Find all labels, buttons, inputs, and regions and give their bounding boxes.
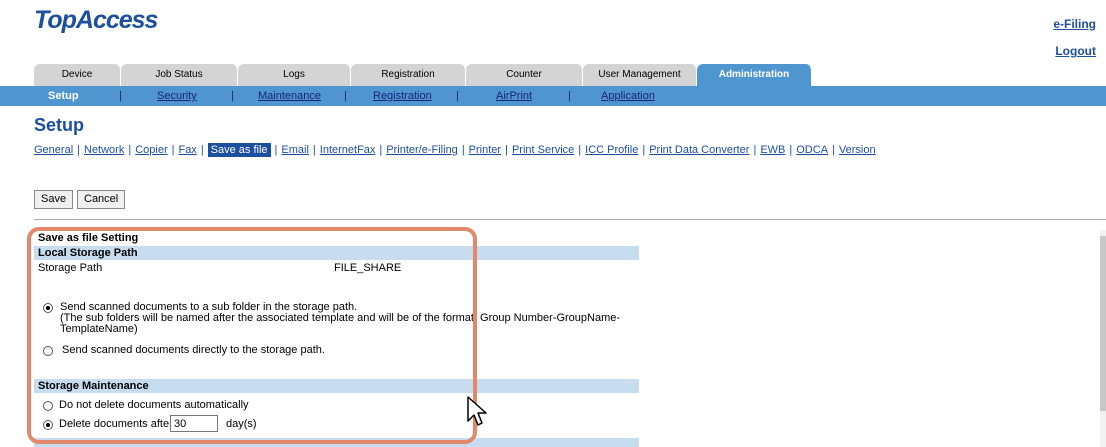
subnav-setup[interactable]: Setup <box>48 86 79 106</box>
option-no-delete-label: Do not delete documents automatically <box>59 399 249 411</box>
setup-link-general[interactable]: General <box>34 144 73 156</box>
setup-link-ewb[interactable]: EWB <box>760 144 785 156</box>
setup-link-separator: | <box>379 144 383 156</box>
setup-link-fax[interactable]: Fax <box>178 144 196 156</box>
scrollbar-thumb[interactable] <box>1100 236 1106 411</box>
setup-link-separator: | <box>128 144 132 156</box>
days-input[interactable] <box>170 415 218 432</box>
setup-link-internetfax[interactable]: InternetFax <box>320 144 376 156</box>
storage-path-label: Storage Path <box>38 262 103 274</box>
storage-maintenance-header: Storage Maintenance <box>34 379 639 393</box>
setup-link-separator: | <box>578 144 582 156</box>
subnav-separator: | <box>456 90 459 102</box>
setup-link-odca[interactable]: ODCA <box>796 144 828 156</box>
days-unit-label: day(s) <box>226 418 257 430</box>
radio-delete-after[interactable] <box>43 420 53 430</box>
setup-link-separator: | <box>200 144 204 156</box>
subnav-separator: | <box>568 90 571 102</box>
setup-link-copier[interactable]: Copier <box>135 144 167 156</box>
setup-link-separator: | <box>77 144 80 156</box>
setup-link-printer[interactable]: Printer <box>469 144 501 156</box>
setup-link-separator: | <box>642 144 646 156</box>
topaccess-logo: TopAccess <box>34 6 158 34</box>
efiling-link[interactable]: e-Filing <box>1053 17 1096 31</box>
option-subfolder-note: (The sub folders will be named after the… <box>60 312 621 324</box>
setup-link-print-data-converter[interactable]: Print Data Converter <box>649 144 749 156</box>
setup-link-icc-profile[interactable]: ICC Profile <box>585 144 638 156</box>
subnav-registration[interactable]: Registration <box>373 86 432 106</box>
setup-link-network[interactable]: Network <box>84 144 124 156</box>
tab-registration[interactable]: Registration <box>351 64 466 86</box>
tab-counter[interactable]: Counter <box>466 64 583 86</box>
subnav-separator: | <box>231 90 234 102</box>
setup-link-separator: | <box>312 144 316 156</box>
mouse-cursor-icon <box>467 396 487 426</box>
storage-path-value: FILE_SHARE <box>334 262 402 274</box>
radio-subfolder[interactable] <box>43 303 53 313</box>
radio-direct[interactable] <box>43 346 53 356</box>
cancel-button[interactable]: Cancel <box>77 190 126 209</box>
save-button[interactable]: Save <box>34 190 74 209</box>
setup-link-separator: | <box>505 144 508 156</box>
sub-navigation: Setup | Security | Maintenance | Registr… <box>0 86 1106 106</box>
option-subfolder-note-cont: TemplateName) <box>60 323 138 335</box>
setup-link-printer-efiling[interactable]: Printer/e-Filing <box>386 144 458 156</box>
logout-link[interactable]: Logout <box>1055 44 1096 58</box>
tab-device[interactable]: Device <box>34 64 121 86</box>
setup-link-print-service[interactable]: Print Service <box>512 144 574 156</box>
option-delete-after-label: Delete documents after <box>59 418 173 430</box>
next-section-header <box>34 438 639 447</box>
tab-job-status[interactable]: Job Status <box>121 64 238 86</box>
tab-user-management[interactable]: User Management <box>583 64 697 86</box>
page-title: Setup <box>34 115 85 135</box>
setup-link-email[interactable]: Email <box>281 144 309 156</box>
subnav-maintenance[interactable]: Maintenance <box>258 86 321 106</box>
radio-no-delete[interactable] <box>43 401 53 411</box>
setup-link-separator: | <box>832 144 835 156</box>
setup-link-separator: | <box>274 144 278 156</box>
local-storage-header: Local Storage Path <box>34 246 639 260</box>
setup-link-separator: | <box>789 144 793 156</box>
setup-link-separator: | <box>461 144 465 156</box>
subnav-application[interactable]: Application <box>601 86 655 106</box>
setup-link-separator: | <box>753 144 757 156</box>
section-title: Save as file Setting <box>38 232 139 244</box>
subnav-separator: | <box>344 90 347 102</box>
setup-link-save-as-file[interactable]: Save as file <box>207 143 271 157</box>
setup-link-bar: General | Network | Copier | Fax | Save as file |… <box>34 143 876 157</box>
setup-link-separator: | <box>171 144 175 156</box>
main-tabs: Device Job Status Logs Registration Coun… <box>0 64 1106 86</box>
tab-administration[interactable]: Administration <box>697 64 812 86</box>
subnav-airprint[interactable]: AirPrint <box>496 86 532 106</box>
option-direct-label: Send scanned documents directly to the s… <box>62 344 325 356</box>
tab-logs[interactable]: Logs <box>238 64 351 86</box>
subnav-separator: | <box>119 90 122 102</box>
header: TopAccess e-Filing Logout <box>0 0 1106 64</box>
setup-link-version[interactable]: Version <box>839 144 876 156</box>
subnav-security[interactable]: Security <box>157 86 197 106</box>
